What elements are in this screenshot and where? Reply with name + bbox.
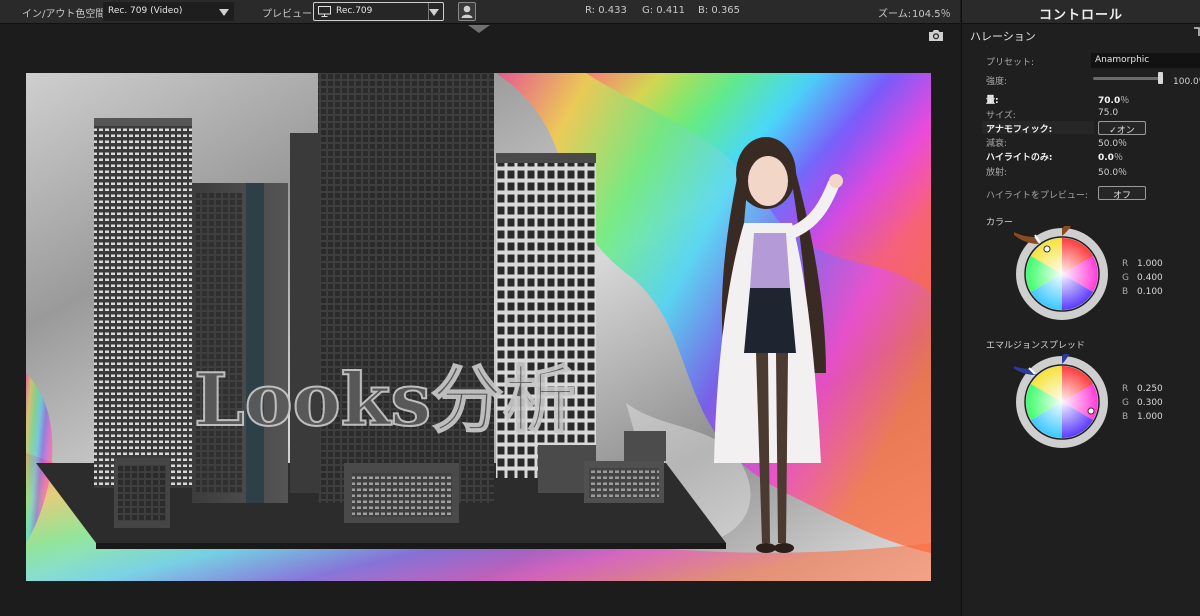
decay-value[interactable]: 50.0％ [1098,136,1127,149]
anamorphic-toggle-button[interactable]: ✓オン [1098,121,1146,136]
g-readout: G: 0.411 [642,5,685,16]
radiation-value[interactable]: 50.0％ [1098,165,1127,178]
colorspace-label: イン/アウト色空間: [22,9,109,20]
highlight-only-value[interactable]: 0.0％ [1098,150,1123,163]
preset-dropdown[interactable]: Anamorphic [1091,53,1200,68]
person-icon [461,5,473,18]
preset-label: プリセット: [986,58,1035,68]
spread-g-label: G [1122,398,1129,408]
amount-value[interactable]: 70.0％ [1098,93,1129,106]
amount-label: 量: [986,96,999,106]
preview-highlight-toggle-button[interactable]: オフ [1098,186,1146,201]
spread-g-value[interactable]: 0.300 [1137,398,1163,408]
spread-b-label: B [1122,412,1129,422]
anamorphic-label: アナモフィック: [986,125,1053,135]
emulsion-spread-wheel[interactable] [1014,354,1110,450]
top-toolbar: イン/アウト色空間: Rec. 709 (Video) プレビュー: Rec.7… [0,0,960,24]
strength-label: 強度: [986,77,1008,87]
zoom-label: ズーム: [878,9,912,20]
spread-r-value[interactable]: 0.250 [1137,384,1163,394]
emulsion-spread-label: エマルジョンスプレッド [986,341,1085,351]
zoom-value[interactable]: 104.5％ [912,5,951,20]
chevron-down-icon [429,9,439,16]
viewer-handle-icon[interactable] [468,25,490,33]
decay-label: 減衰: [986,139,1008,149]
colorspace-dropdown[interactable]: Rec. 709 (Video) [103,2,234,21]
spread-r-label: R [1122,384,1129,394]
radiation-label: 放射: [986,168,1008,178]
strength-slider-thumb[interactable] [1158,72,1163,84]
looks-overlay-text: Looks分析 [194,357,575,442]
color-r-label: R [1122,259,1129,269]
preview-image: Looks分析 [26,73,931,581]
color-b-value[interactable]: 0.100 [1137,287,1163,297]
chevron-down-icon [219,9,229,16]
preview-highlight-label: ハイライトをプレビュー: [986,191,1088,201]
preview-label: プレビュー: [262,9,316,20]
size-value[interactable]: 75.0 [1098,108,1118,118]
camera-icon[interactable] [928,28,944,42]
highlight-only-label: ハイライトのみ: [986,153,1053,163]
controls-panel: コントロール ハレーション プリセット: Anamorphic 強度: 100.… [961,0,1200,616]
collapse-icon[interactable] [1194,26,1200,38]
color-r-value[interactable]: 1.000 [1137,259,1163,269]
size-label: サイズ: [986,111,1016,121]
b-readout: B: 0.365 [698,5,741,16]
color-label: カラー [986,218,1014,228]
preview-dropdown[interactable]: Rec.709 [313,2,444,21]
person-mask-button[interactable] [458,2,476,21]
color-b-label: B [1122,287,1129,297]
image-viewer[interactable]: Looks分析 [0,25,960,616]
halation-section-title[interactable]: ハレーション [970,28,1036,44]
colorspace-value: Rec. 709 (Video) [108,6,183,16]
r-readout: R: 0.433 [585,5,627,16]
strength-slider[interactable] [1093,77,1163,80]
spread-b-value[interactable]: 1.000 [1137,412,1163,422]
strength-value[interactable]: 100.0％ [1173,74,1200,87]
monitor-icon [318,6,331,17]
preview-value: Rec.709 [336,6,373,16]
color-g-label: G [1122,273,1129,283]
color-g-value[interactable]: 0.400 [1137,273,1163,283]
color-wheel[interactable] [1014,226,1110,322]
panel-title: コントロール [962,0,1200,24]
